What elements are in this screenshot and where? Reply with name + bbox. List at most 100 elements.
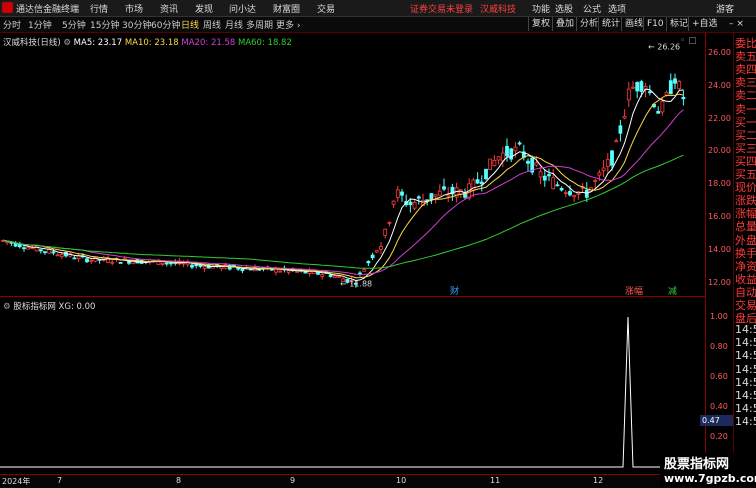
- candlestick-chart[interactable]: ← 26.26 ← 11.88 财 涨幅 减: [0, 33, 705, 296]
- candle-body: [412, 202, 417, 209]
- menu-guest[interactable]: 游客: [716, 2, 734, 15]
- candle-body: [320, 274, 325, 277]
- add-favorite-button[interactable]: +自选: [688, 17, 721, 31]
- candle-body: [593, 180, 598, 183]
- candle-body: [547, 174, 551, 177]
- more-periods[interactable]: 更多 ›: [276, 18, 300, 31]
- menu-wealth[interactable]: 财富圈: [273, 2, 300, 15]
- period-tab[interactable]: 15分钟: [90, 18, 119, 31]
- candle-body: [475, 179, 480, 184]
- axis-divider: [705, 33, 706, 473]
- candle-body: [526, 160, 530, 164]
- candle-body: [190, 264, 194, 268]
- period-tab[interactable]: 月线: [225, 18, 243, 31]
- candle-body: [374, 250, 379, 253]
- candle-body: [278, 270, 283, 273]
- candle-body: [416, 196, 421, 199]
- candle-body: [559, 188, 564, 191]
- menu-market[interactable]: 市场: [125, 2, 143, 15]
- candle-body: [131, 261, 136, 264]
- period-tab[interactable]: 30分钟: [122, 18, 151, 31]
- window-controls-icon[interactable]: – ×: [726, 17, 747, 31]
- menu-news[interactable]: 资讯: [160, 2, 178, 15]
- candle-body: [358, 272, 362, 275]
- site-watermark: 股票指标网 www.7gpzb.com: [660, 453, 756, 487]
- date-label: 11: [490, 476, 501, 485]
- candle-body: [601, 167, 606, 172]
- candle-body: [614, 140, 619, 143]
- xg-signal-line: [0, 316, 705, 468]
- candle-body: [240, 268, 245, 272]
- candle-body: [85, 258, 89, 263]
- candle-body: [534, 162, 539, 166]
- price-tick-label: 12.00: [708, 277, 731, 287]
- menu-formula[interactable]: 公式: [583, 2, 601, 15]
- menu-ask[interactable]: 问小达: [229, 2, 256, 15]
- menu-select-stock[interactable]: 选股: [555, 2, 573, 15]
- quote-panel-item: 14:50: [735, 375, 756, 389]
- quote-panel-item: 14:50: [735, 388, 756, 402]
- candle-body: [505, 145, 509, 157]
- candle-body: [429, 193, 434, 200]
- menu-trade[interactable]: 交易: [317, 2, 335, 15]
- period-tab[interactable]: 分时: [3, 18, 21, 31]
- candle-body: [370, 254, 375, 259]
- period-tab[interactable]: 1分钟: [28, 18, 52, 31]
- candle-body: [635, 82, 640, 92]
- quote-panel-item: 14:50: [735, 401, 756, 415]
- event-marker: 财: [450, 285, 459, 296]
- date-label: 12: [593, 476, 604, 485]
- ma10-line: [2, 93, 684, 279]
- candle-body: [22, 247, 26, 250]
- period-tab-active[interactable]: 日线: [181, 18, 199, 31]
- quote-panel-item: 14:50: [735, 414, 756, 428]
- candle-body: [597, 172, 602, 176]
- indicator-tick-label: 1.00: [710, 312, 728, 321]
- indicator-tick-label: 0.60: [710, 372, 728, 381]
- statistics-button[interactable]: 统计: [598, 17, 623, 31]
- indicator-tick-label: 0.40: [710, 402, 728, 411]
- candle-body: [89, 259, 94, 262]
- price-tick-label: 26.00: [708, 48, 731, 57]
- watermark-title: 股票指标网: [664, 457, 730, 472]
- candle-body: [43, 251, 47, 254]
- date-label: 10: [396, 476, 407, 485]
- candle-body: [488, 158, 493, 170]
- candle-body: [442, 186, 446, 190]
- candle-body: [236, 267, 241, 270]
- candle-body: [681, 96, 686, 100]
- candle-body: [202, 266, 207, 269]
- menu-quotes[interactable]: 行情: [90, 2, 108, 15]
- candle-body: [93, 256, 98, 262]
- period-tab[interactable]: 60分钟: [151, 18, 180, 31]
- candle-body: [5, 241, 10, 244]
- event-marker: 减: [668, 285, 677, 296]
- candle-body: [568, 191, 572, 196]
- trade-login-alert[interactable]: 证券交易未登录: [410, 2, 473, 15]
- period-tab[interactable]: 周线: [203, 18, 221, 31]
- candle-body: [198, 265, 203, 267]
- menu-options[interactable]: 选项: [608, 2, 626, 15]
- menu-function[interactable]: 功能: [532, 2, 550, 15]
- menu-discover[interactable]: 发现: [195, 2, 213, 15]
- quote-panel-item: 14:50: [735, 362, 756, 376]
- candle-body: [622, 115, 627, 119]
- period-tab[interactable]: 5分钟: [62, 18, 86, 31]
- stock-link[interactable]: 汉威科技: [480, 2, 516, 15]
- candle-body: [618, 125, 623, 134]
- restore-rights-button[interactable]: 复权: [528, 17, 553, 31]
- date-label: 9: [290, 476, 296, 485]
- f10-button[interactable]: F10: [643, 17, 667, 31]
- candle-body: [118, 261, 123, 264]
- period-tab[interactable]: 多周期: [246, 18, 273, 31]
- candle-body: [387, 222, 392, 224]
- period-toolbar: 分时 1分钟 5分钟 15分钟 30分钟 60分钟 日线 周线 月线 多周期 更…: [0, 17, 756, 33]
- candle-body: [484, 168, 488, 180]
- indicator-chart[interactable]: [0, 297, 705, 474]
- date-label: 2024年: [2, 477, 31, 486]
- quote-panel-item: 14:50: [735, 323, 756, 337]
- candle-body: [509, 148, 514, 160]
- candle-body: [673, 78, 677, 84]
- overlay-button[interactable]: 叠加: [552, 17, 577, 31]
- candle-body: [26, 246, 31, 250]
